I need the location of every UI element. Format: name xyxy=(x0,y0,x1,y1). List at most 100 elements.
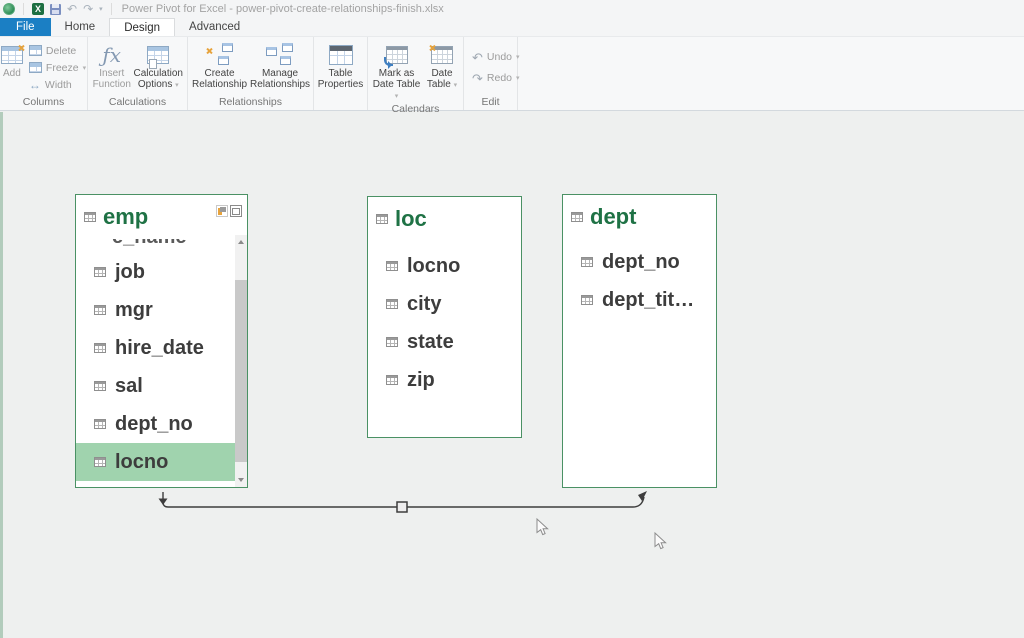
date-table-button[interactable]: DateTable ▾ xyxy=(425,40,459,102)
maximize-icon[interactable] xyxy=(230,205,242,217)
insert-function-button[interactable]: ƒx InsertFunction xyxy=(92,40,132,95)
ribbon-group-properties: TableProperties xyxy=(314,37,368,110)
group-label-properties xyxy=(314,95,367,110)
column-row[interactable]: zip xyxy=(368,361,521,399)
column-icon xyxy=(386,337,398,347)
ribbon-group-calculations: ƒx InsertFunction CalculationOptions ▾ C… xyxy=(88,37,188,110)
column-icon xyxy=(386,375,398,385)
table-properties-button[interactable]: TableProperties xyxy=(318,40,364,95)
ribbon-tab-bar: File Home Design Advanced xyxy=(0,18,1024,37)
scrollbar-thumb[interactable] xyxy=(235,280,247,462)
ribbon-group-calendars: Mark asDate Table ▾ DateTable ▾ Calendar… xyxy=(368,37,464,110)
window-title: Power Pivot for Excel - power-pivot-crea… xyxy=(122,3,444,15)
table-icon xyxy=(571,212,583,222)
manage-relationships-icon xyxy=(265,43,295,67)
chevron-down-icon: ▾ xyxy=(175,82,179,89)
column-icon xyxy=(94,343,106,353)
table-emp-columns: e_name job mgr hire_date sal dept_no loc… xyxy=(76,235,235,481)
diagram-view-canvas: emp e_name job mgr hire_date sal dept_no… xyxy=(0,112,1024,638)
qat-customize-icon[interactable]: ▾ xyxy=(99,5,103,13)
column-icon xyxy=(94,457,106,467)
redo-icon: ↷ xyxy=(472,72,483,85)
column-icon xyxy=(581,257,593,267)
tab-advanced[interactable]: Advanced xyxy=(175,18,254,36)
delete-column-button[interactable]: Delete xyxy=(29,42,86,59)
quick-redo-icon[interactable]: ↷ xyxy=(83,4,93,14)
table-dept[interactable]: dept dept_no dept_tit… xyxy=(562,194,717,488)
tab-home[interactable]: Home xyxy=(51,18,110,36)
column-width-icon: ↔ xyxy=(29,78,41,92)
date-table-icon xyxy=(431,46,453,64)
delete-column-icon xyxy=(29,45,42,56)
column-row[interactable]: job xyxy=(76,253,235,291)
create-hierarchy-icon[interactable] xyxy=(216,205,228,217)
table-loc-header[interactable]: loc xyxy=(368,197,521,237)
table-loc-columns: locno city state zip xyxy=(368,237,521,399)
ribbon-group-columns: Add Delete Freeze ▾ ↔ Width Columns xyxy=(0,37,88,110)
group-label-columns: Columns xyxy=(0,95,87,110)
tab-file[interactable]: File xyxy=(0,18,51,36)
column-row-selected[interactable]: locno xyxy=(76,443,235,481)
freeze-column-button[interactable]: Freeze ▾ xyxy=(29,59,86,76)
column-row[interactable]: locno xyxy=(368,247,521,285)
column-row[interactable]: mgr xyxy=(76,291,235,329)
manage-relationships-button[interactable]: ManageRelationships xyxy=(251,40,309,95)
quick-undo-icon[interactable]: ↶ xyxy=(67,4,77,14)
table-emp-header[interactable]: emp xyxy=(76,195,247,235)
create-relationship-icon xyxy=(205,43,235,67)
table-icon xyxy=(84,212,96,222)
save-icon[interactable] xyxy=(50,4,61,15)
add-column-icon xyxy=(1,46,23,64)
column-row[interactable]: dept_no xyxy=(76,405,235,443)
column-icon xyxy=(581,295,593,305)
column-row[interactable]: state xyxy=(368,323,521,361)
mouse-cursor xyxy=(655,533,666,549)
excel-icon[interactable]: X xyxy=(32,3,44,15)
mark-as-date-table-button[interactable]: Mark asDate Table ▾ xyxy=(372,40,421,102)
create-relationship-button[interactable]: CreateRelationship xyxy=(192,40,247,95)
column-row[interactable]: dept_no xyxy=(563,243,716,281)
table-dept-header[interactable]: dept xyxy=(563,195,716,235)
emp-scrollbar[interactable] xyxy=(235,235,247,487)
table-loc[interactable]: loc locno city state zip xyxy=(367,196,522,438)
chevron-down-icon: ▾ xyxy=(454,82,458,89)
table-icon xyxy=(376,214,388,224)
group-label-calculations: Calculations xyxy=(88,95,187,110)
left-edge-strip xyxy=(0,112,3,638)
column-row[interactable]: hire_date xyxy=(76,329,235,367)
column-icon xyxy=(386,261,398,271)
column-row-partial[interactable]: e_name xyxy=(76,239,235,253)
table-dept-columns: dept_no dept_tit… xyxy=(563,235,716,319)
table-emp-name: emp xyxy=(103,204,148,230)
column-icon xyxy=(94,419,106,429)
column-row[interactable]: city xyxy=(368,285,521,323)
column-width-button[interactable]: ↔ Width xyxy=(29,76,86,93)
quick-access-toolbar: X ↶ ↷ ▾ xyxy=(3,3,114,15)
powerpivot-app-icon xyxy=(3,3,15,15)
table-properties-icon xyxy=(329,45,353,65)
undo-icon: ↶ xyxy=(472,51,483,64)
ribbon-group-relationships: CreateRelationship ManageRelationships R… xyxy=(188,37,314,110)
scroll-down-button[interactable] xyxy=(235,473,247,487)
ribbon: Add Delete Freeze ▾ ↔ Width Columns xyxy=(0,37,1024,111)
relationship-line[interactable] xyxy=(150,488,650,522)
scroll-up-icon xyxy=(238,240,244,244)
add-column-button[interactable]: Add xyxy=(1,40,23,95)
table-emp[interactable]: emp e_name job mgr hire_date sal dept_no… xyxy=(75,194,248,488)
column-row[interactable]: dept_tit… xyxy=(563,281,716,319)
scroll-down-icon xyxy=(238,478,244,482)
undo-button[interactable]: ↶ Undo ▾ xyxy=(472,49,520,66)
relationship-handle[interactable] xyxy=(397,502,407,512)
mark-as-date-table-icon xyxy=(386,46,408,64)
table-dept-name: dept xyxy=(590,204,636,230)
group-label-edit: Edit xyxy=(464,95,517,110)
chevron-down-icon: ▾ xyxy=(395,93,399,100)
ribbon-group-edit: ↶ Undo ▾ ↷ Redo ▾ Edit xyxy=(464,37,518,110)
group-label-relationships: Relationships xyxy=(188,95,313,110)
scroll-up-button[interactable] xyxy=(235,235,247,249)
tab-design[interactable]: Design xyxy=(109,18,175,36)
column-row[interactable]: sal xyxy=(76,367,235,405)
redo-button[interactable]: ↷ Redo ▾ xyxy=(472,70,520,87)
separator xyxy=(23,3,24,15)
calculation-options-button[interactable]: CalculationOptions ▾ xyxy=(134,40,183,95)
